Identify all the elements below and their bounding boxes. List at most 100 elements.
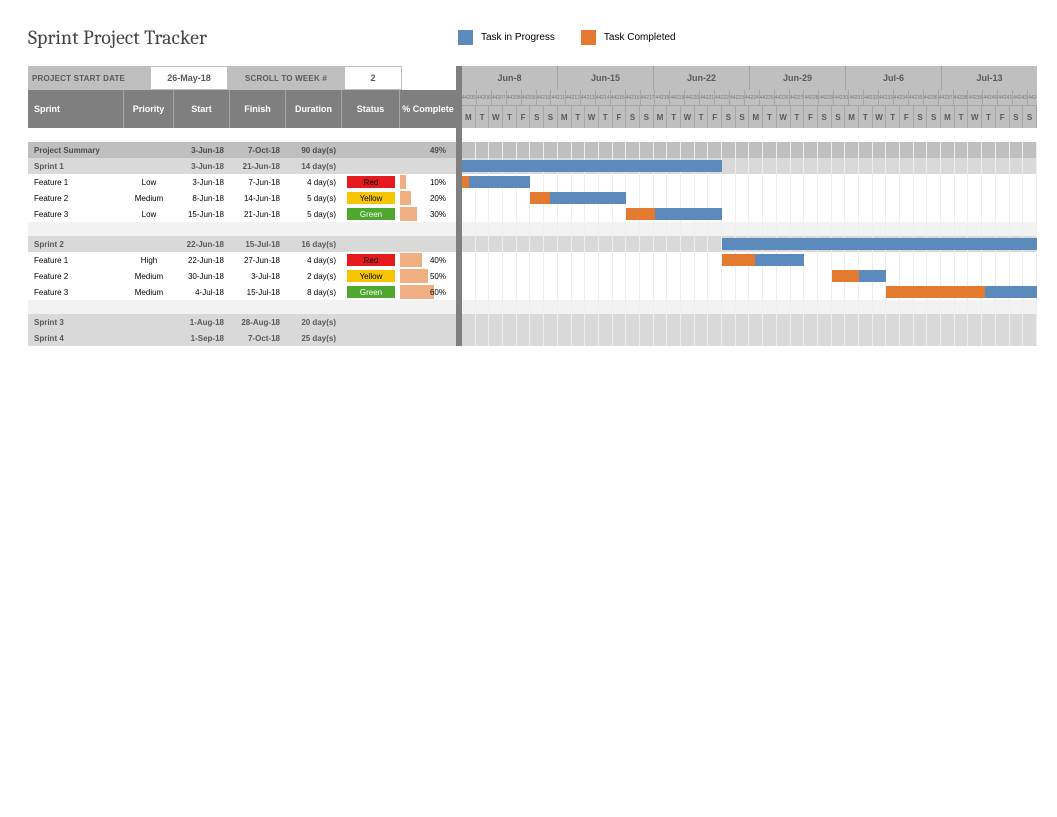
week-header: Jul-13 bbox=[942, 66, 1037, 90]
table-row: Project Summary3-Jun-187-Oct-1890 day(s)… bbox=[28, 142, 456, 158]
day-serial: 44209 bbox=[522, 90, 537, 105]
day-serial: 44243 bbox=[1028, 90, 1037, 105]
status-chip: Red bbox=[347, 176, 395, 188]
status-chip: Yellow bbox=[347, 192, 395, 204]
day-header: F bbox=[900, 105, 914, 128]
day-serial: 44223 bbox=[730, 90, 745, 105]
day-header: S bbox=[1023, 105, 1037, 128]
day-serial: 44240 bbox=[983, 90, 998, 105]
table-row: Feature 1High22-Jun-1827-Jun-184 day(s)R… bbox=[28, 252, 456, 268]
table-row: Feature 2Medium8-Jun-1814-Jun-185 day(s)… bbox=[28, 190, 456, 206]
day-serial: 44225 bbox=[760, 90, 775, 105]
day-serial: 44227 bbox=[790, 90, 805, 105]
day-serial: 44233 bbox=[879, 90, 894, 105]
status-chip: Green bbox=[347, 208, 395, 220]
col-status: Status bbox=[342, 90, 400, 128]
day-header: T bbox=[886, 105, 900, 128]
day-serial: 44232 bbox=[864, 90, 879, 105]
day-header: T bbox=[503, 105, 517, 128]
day-header: T bbox=[695, 105, 709, 128]
gantt-bar-sprint bbox=[722, 238, 1037, 250]
day-serial: 44229 bbox=[819, 90, 834, 105]
day-header: M bbox=[941, 105, 955, 128]
day-serial: 44213 bbox=[581, 90, 596, 105]
day-header: T bbox=[572, 105, 586, 128]
timeline-days: MTWTFSSMTWTFSSMTWTFSSMTWTFSSMTWTFSSMTWTF… bbox=[462, 105, 1037, 128]
timeline-weeks: Jun-8Jun-15Jun-22Jun-29Jul-6Jul-13 bbox=[462, 66, 1037, 90]
day-serial: 44230 bbox=[834, 90, 849, 105]
timeline-serials: 4420544206442074420844209442104421144212… bbox=[462, 90, 1037, 105]
scroll-week-label: SCROLL TO WEEK # bbox=[228, 66, 344, 90]
gantt-bar-done bbox=[462, 176, 469, 188]
day-header: F bbox=[996, 105, 1010, 128]
legend-label-completed: Task Completed bbox=[604, 32, 676, 43]
day-header: S bbox=[544, 105, 558, 128]
legend: Task in Progress Task Completed bbox=[458, 30, 694, 45]
day-header: W bbox=[585, 105, 599, 128]
day-header: S bbox=[530, 105, 544, 128]
day-header: S bbox=[927, 105, 941, 128]
legend-swatch-completed bbox=[581, 30, 596, 45]
col-pct: % Complete bbox=[400, 90, 456, 128]
column-headers: Sprint Priority Start Finish Duration St… bbox=[28, 90, 456, 128]
day-header: W bbox=[968, 105, 982, 128]
table-row: Sprint 41-Sep-187-Oct-1825 day(s) bbox=[28, 330, 456, 346]
day-serial: 44219 bbox=[670, 90, 685, 105]
day-serial: 44212 bbox=[566, 90, 581, 105]
day-serial: 44218 bbox=[655, 90, 670, 105]
day-serial: 44224 bbox=[745, 90, 760, 105]
table-row: Feature 2Medium30-Jun-183-Jul-182 day(s)… bbox=[28, 268, 456, 284]
day-serial: 44231 bbox=[849, 90, 864, 105]
gantt-bar-done bbox=[832, 270, 859, 282]
col-priority: Priority bbox=[124, 90, 174, 128]
day-header: T bbox=[859, 105, 873, 128]
week-header: Jun-8 bbox=[462, 66, 558, 90]
day-header: T bbox=[763, 105, 777, 128]
day-header: T bbox=[667, 105, 681, 128]
day-serial: 44211 bbox=[551, 90, 566, 105]
day-serial: 44206 bbox=[477, 90, 492, 105]
scroll-week-value[interactable]: 2 bbox=[344, 66, 402, 90]
day-serial: 44222 bbox=[715, 90, 730, 105]
table-row: Feature 1Low3-Jun-187-Jun-184 day(s)Red1… bbox=[28, 174, 456, 190]
col-sprint: Sprint bbox=[28, 90, 124, 128]
start-date-value[interactable]: 26-May-18 bbox=[150, 66, 228, 90]
day-serial: 44242 bbox=[1013, 90, 1028, 105]
status-chip: Red bbox=[347, 254, 395, 266]
day-header: W bbox=[681, 105, 695, 128]
table-row: Sprint 31-Aug-1828-Aug-1820 day(s) bbox=[28, 314, 456, 330]
day-serial: 44238 bbox=[954, 90, 969, 105]
day-header: W bbox=[489, 105, 503, 128]
legend-swatch-progress bbox=[458, 30, 473, 45]
day-serial: 44220 bbox=[685, 90, 700, 105]
week-header: Jun-15 bbox=[558, 66, 654, 90]
col-finish: Finish bbox=[230, 90, 286, 128]
start-date-label: PROJECT START DATE bbox=[28, 66, 150, 90]
day-serial: 44236 bbox=[924, 90, 939, 105]
page-title: Sprint Project Tracker bbox=[28, 26, 458, 49]
col-start: Start bbox=[174, 90, 230, 128]
gantt-bar-done bbox=[722, 254, 755, 266]
week-header: Jun-29 bbox=[750, 66, 846, 90]
day-header: F bbox=[708, 105, 722, 128]
week-header: Jun-22 bbox=[654, 66, 750, 90]
day-serial: 44221 bbox=[700, 90, 715, 105]
day-header: S bbox=[722, 105, 736, 128]
day-serial: 44208 bbox=[507, 90, 522, 105]
table-row: Sprint 222-Jun-1815-Jul-1816 day(s) bbox=[28, 236, 456, 252]
day-header: M bbox=[749, 105, 763, 128]
day-header: M bbox=[845, 105, 859, 128]
gantt-bar-done bbox=[530, 192, 549, 204]
day-header: S bbox=[818, 105, 832, 128]
day-header: F bbox=[613, 105, 627, 128]
gantt-bar-done bbox=[886, 286, 985, 298]
table-row: Sprint 13-Jun-1821-Jun-1814 day(s) bbox=[28, 158, 456, 174]
week-header: Jul-6 bbox=[846, 66, 942, 90]
day-header: S bbox=[736, 105, 750, 128]
day-header: T bbox=[599, 105, 613, 128]
day-header: S bbox=[1010, 105, 1024, 128]
col-duration: Duration bbox=[286, 90, 342, 128]
day-header: S bbox=[832, 105, 846, 128]
day-header: S bbox=[914, 105, 928, 128]
table-row: Feature 3Low15-Jun-1821-Jun-185 day(s)Gr… bbox=[28, 206, 456, 222]
